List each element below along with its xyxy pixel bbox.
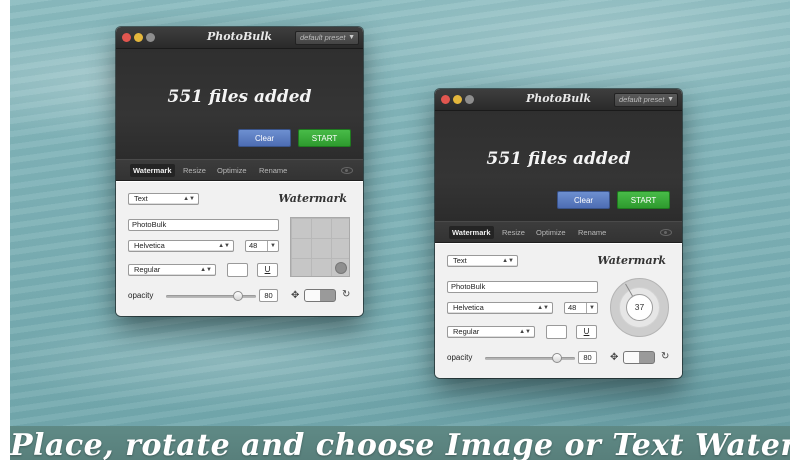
tab-watermark[interactable]: Watermark — [449, 226, 494, 239]
tab-watermark[interactable]: Watermark — [130, 164, 175, 177]
watermark-text-field[interactable]: PhotoBulk — [128, 219, 279, 231]
underline-button[interactable]: U — [257, 263, 278, 277]
opacity-label: opacity — [447, 353, 473, 362]
select-arrows-icon: ▲▼ — [218, 243, 230, 249]
preset-label: default preset — [300, 33, 346, 42]
opacity-slider[interactable] — [166, 291, 256, 301]
section-title: Watermark — [278, 192, 347, 205]
preset-dropdown[interactable]: default preset ▼ — [614, 93, 678, 107]
rotate-icon[interactable]: ↻ — [661, 352, 669, 362]
tab-bar: Watermark Resize Optimize Rename — [435, 221, 682, 243]
font-select[interactable]: Helvetica ▲▼ — [447, 302, 553, 314]
font-style-value: Regular — [134, 265, 161, 274]
drop-area[interactable]: 551 files added Clear START — [116, 49, 363, 159]
font-style-select[interactable]: Regular ▲▼ — [447, 326, 535, 338]
position-handle[interactable] — [335, 262, 347, 274]
tab-optimize[interactable]: Optimize — [533, 226, 569, 239]
watermark-panel: Text ▲▼ Watermark PhotoBulk Helvetica ▲▼… — [116, 181, 363, 316]
underline-button[interactable]: U — [576, 325, 597, 339]
font-size-value: 48 — [249, 241, 258, 250]
preset-label: default preset — [619, 95, 665, 104]
color-well[interactable] — [546, 325, 567, 339]
position-rotation-toggle[interactable] — [623, 351, 655, 364]
opacity-value[interactable]: 80 — [578, 351, 597, 364]
chevron-down-icon: ▼ — [348, 34, 355, 41]
tab-rename[interactable]: Rename — [256, 164, 290, 177]
select-arrows-icon: ▲▼ — [200, 267, 212, 273]
tab-optimize[interactable]: Optimize — [214, 164, 250, 177]
position-rotation-toggle[interactable] — [304, 289, 336, 302]
tab-resize[interactable]: Resize — [180, 164, 209, 177]
select-arrows-icon: ▲▼ — [183, 196, 195, 202]
font-value: Helvetica — [453, 303, 484, 312]
drop-area[interactable]: 551 files added Clear START — [435, 111, 682, 221]
opacity-slider-knob[interactable] — [552, 353, 562, 363]
combo-separator — [586, 303, 587, 313]
eye-icon[interactable] — [660, 229, 672, 236]
preset-dropdown[interactable]: default preset ▼ — [295, 31, 359, 45]
font-size-value: 48 — [568, 303, 577, 312]
tab-resize[interactable]: Resize — [499, 226, 528, 239]
combo-separator — [267, 241, 268, 251]
font-size-combo[interactable]: 48 ▼ — [245, 240, 279, 252]
photobulk-window-rotation: PhotoBulk default preset ▼ 551 files add… — [435, 89, 682, 378]
clear-button[interactable]: Clear — [557, 191, 610, 209]
opacity-slider[interactable] — [485, 353, 575, 363]
chevron-down-icon[interactable]: ▼ — [270, 241, 276, 251]
rotate-icon[interactable]: ↻ — [342, 290, 350, 300]
eye-icon[interactable] — [341, 167, 353, 174]
files-added-label: 551 files added — [167, 87, 312, 107]
watermark-type-select[interactable]: Text ▲▼ — [447, 255, 518, 267]
chevron-down-icon: ▼ — [667, 96, 674, 103]
watermark-type-value: Text — [134, 194, 148, 203]
caption-banner: Place, rotate and choose Image or Text W… — [10, 426, 790, 460]
select-arrows-icon: ▲▼ — [502, 258, 514, 264]
font-value: Helvetica — [134, 241, 165, 250]
color-well[interactable] — [227, 263, 248, 277]
start-button[interactable]: START — [298, 129, 351, 147]
watermark-type-select[interactable]: Text ▲▼ — [128, 193, 199, 205]
font-select[interactable]: Helvetica ▲▼ — [128, 240, 234, 252]
watermark-panel: Text ▲▼ Watermark PhotoBulk Helvetica ▲▼… — [435, 243, 682, 378]
opacity-slider-knob[interactable] — [233, 291, 243, 301]
start-button[interactable]: START — [617, 191, 670, 209]
clear-button[interactable]: Clear — [238, 129, 291, 147]
caption-text: Place, rotate and choose Image or Text W… — [10, 428, 790, 460]
chevron-down-icon[interactable]: ▼ — [589, 303, 595, 313]
move-icon[interactable]: ✥ — [610, 353, 618, 363]
select-arrows-icon: ▲▼ — [519, 329, 531, 335]
opacity-label: opacity — [128, 291, 154, 300]
font-size-combo[interactable]: 48 ▼ — [564, 302, 598, 314]
select-arrows-icon: ▲▼ — [537, 305, 549, 311]
font-style-value: Regular — [453, 327, 480, 336]
position-preview-grid[interactable] — [290, 217, 350, 277]
opacity-value[interactable]: 80 — [259, 289, 278, 302]
rotation-dial[interactable]: 37 — [610, 278, 669, 337]
rotation-value[interactable]: 37 — [626, 294, 653, 321]
title-bar[interactable]: PhotoBulk default preset ▼ — [435, 89, 682, 111]
watermark-text-field[interactable]: PhotoBulk — [447, 281, 598, 293]
font-style-select[interactable]: Regular ▲▼ — [128, 264, 216, 276]
watermark-type-value: Text — [453, 256, 467, 265]
files-added-label: 551 files added — [486, 149, 631, 169]
tab-bar: Watermark Resize Optimize Rename — [116, 159, 363, 181]
tab-rename[interactable]: Rename — [575, 226, 609, 239]
section-title: Watermark — [597, 254, 666, 267]
title-bar[interactable]: PhotoBulk default preset ▼ — [116, 27, 363, 49]
photobulk-window-position: PhotoBulk default preset ▼ 551 files add… — [116, 27, 363, 316]
move-icon[interactable]: ✥ — [291, 291, 299, 301]
